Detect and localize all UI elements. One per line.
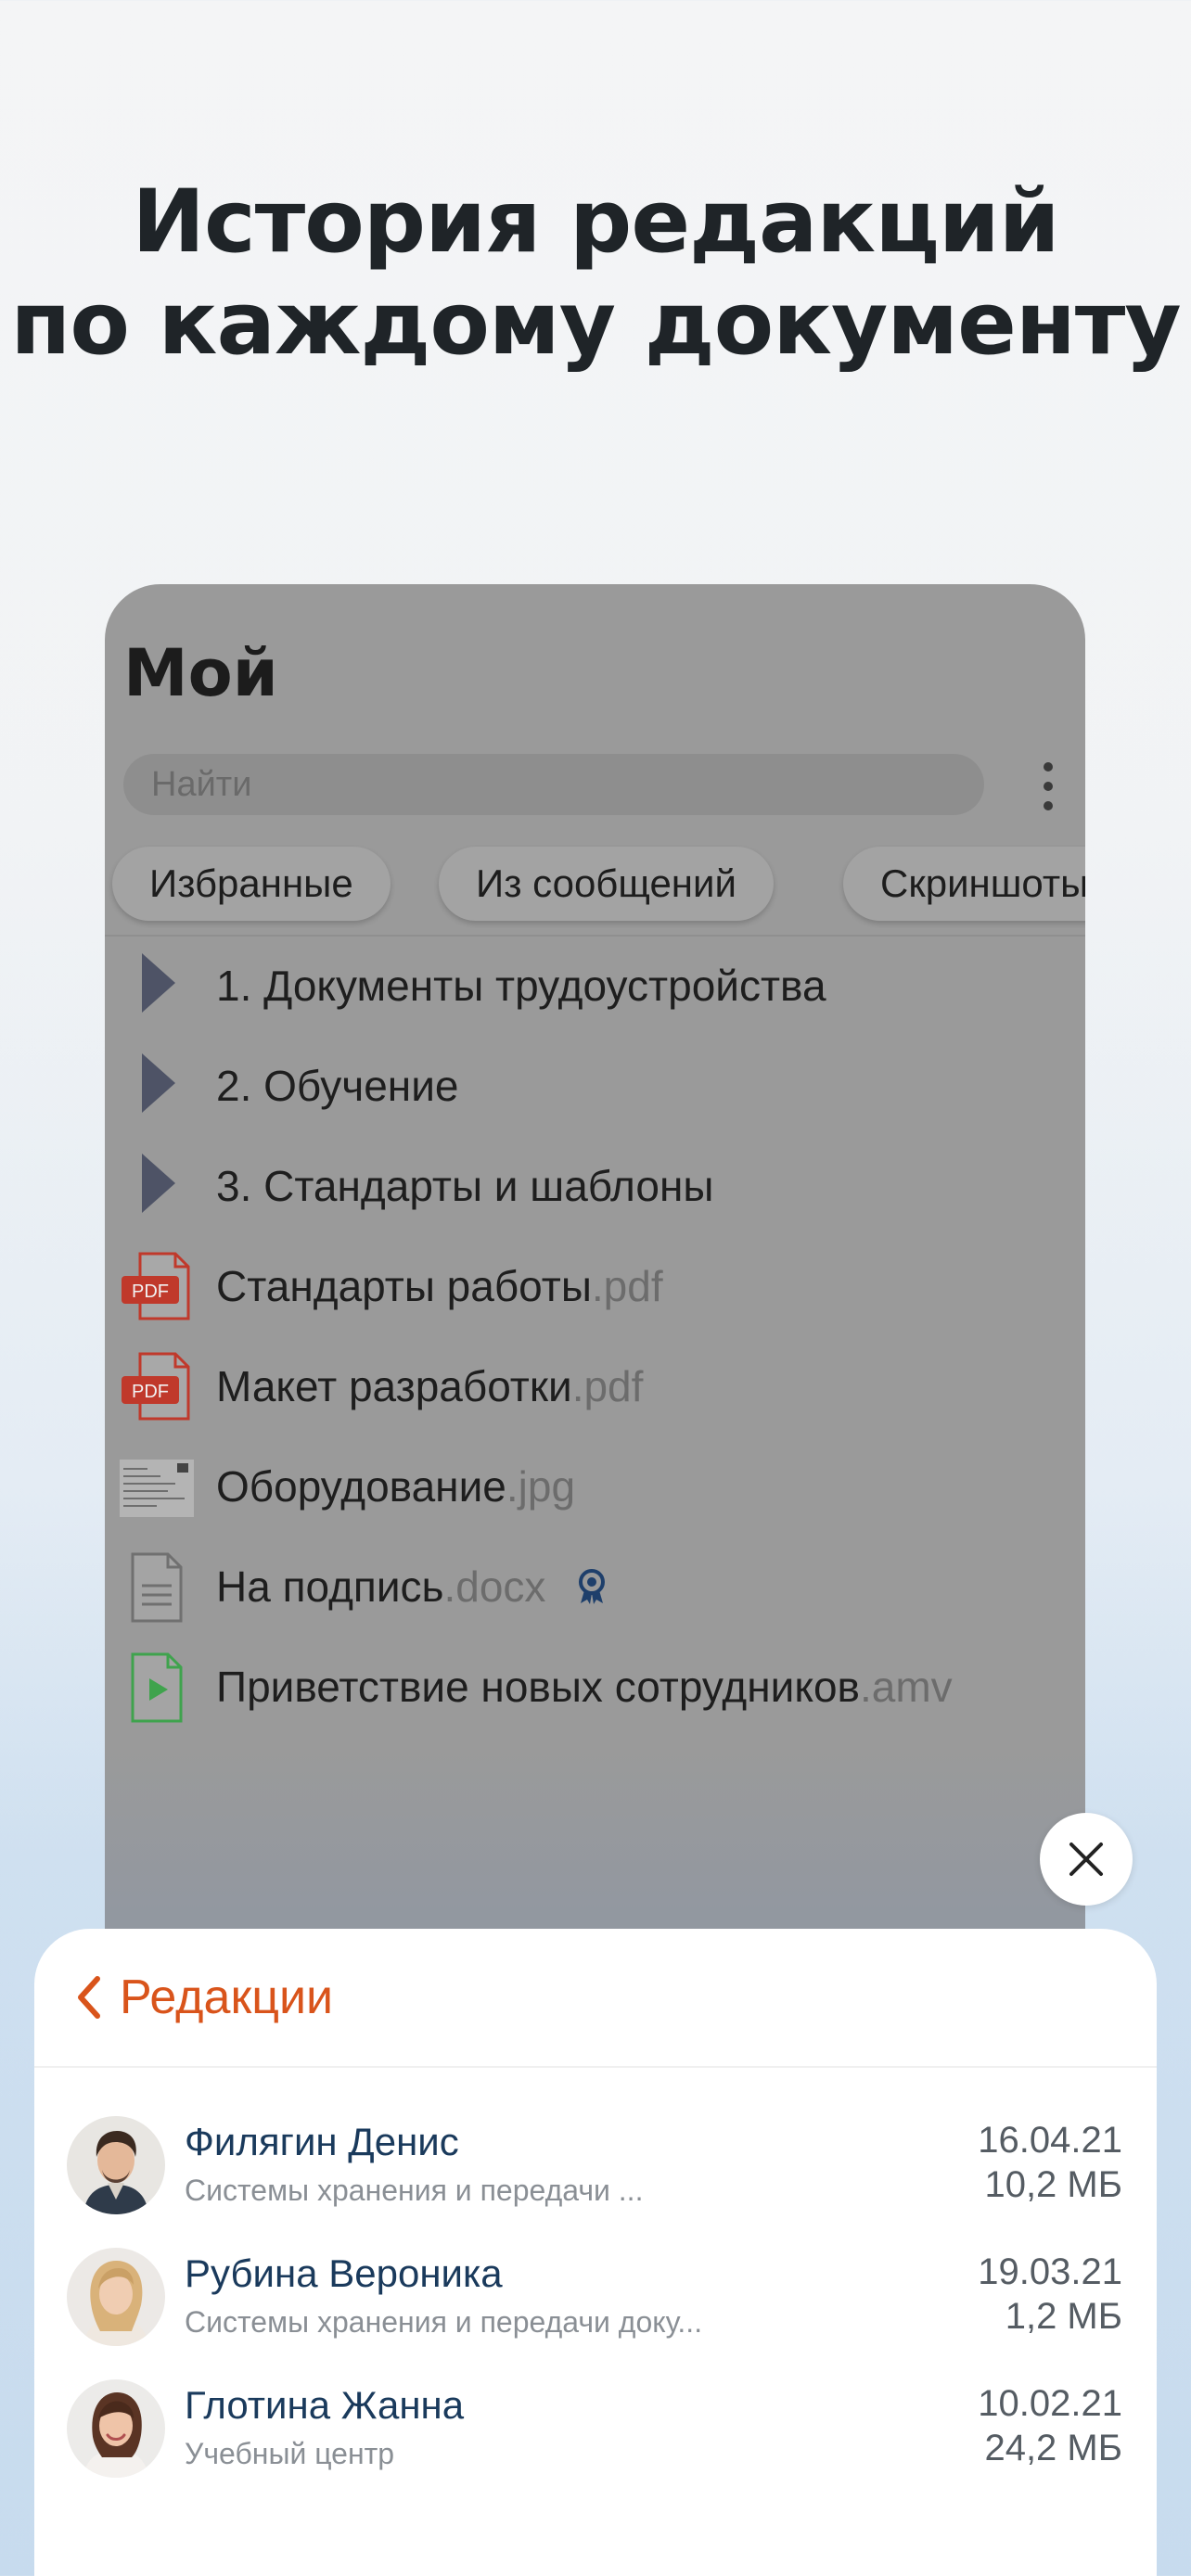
panel-title: Мой: [123, 635, 278, 711]
item-extension: .amv: [860, 1663, 953, 1711]
item-name: 2. Обучение: [216, 1062, 459, 1110]
document-file-icon: [120, 1550, 194, 1625]
folder-expand-icon[interactable]: [142, 1154, 175, 1213]
image-thumbnail-icon: [120, 1450, 194, 1524]
close-button[interactable]: [1040, 1813, 1133, 1906]
item-extension: .docx: [443, 1562, 546, 1611]
revision-author: Глотина Жанна: [185, 2383, 465, 2427]
list-item[interactable]: 1. Документы трудоустройства: [105, 937, 1085, 1037]
item-name: 3. Стандарты и шаблоны: [216, 1162, 714, 1210]
item-name: Стандарты работы: [216, 1262, 592, 1310]
avatar: [67, 2379, 165, 2478]
item-name: На подпись: [216, 1562, 444, 1611]
more-options-icon[interactable]: [1031, 759, 1068, 814]
revision-department: Учебный центр: [185, 2437, 395, 2470]
list-item[interactable]: PDF Макет разработки.pdf: [105, 1337, 1085, 1437]
item-extension: .jpg: [506, 1462, 576, 1511]
list-item[interactable]: 3. Стандарты и шаблоны: [105, 1137, 1085, 1237]
item-name: Оборудование: [216, 1462, 506, 1511]
item-name: Макет разработки: [216, 1362, 572, 1410]
search-input[interactable]: Найти: [123, 754, 984, 815]
revision-date: 10.02.21: [978, 2383, 1122, 2424]
promo-headline: История редакций по каждому документу: [0, 172, 1191, 376]
chip-screenshots[interactable]: Скриншоты: [843, 847, 1085, 921]
chevron-left-icon[interactable]: [70, 1971, 107, 2023]
filter-chips: Избранные Из сообщений Скриншоты: [112, 847, 1085, 921]
list-item[interactable]: 2. Обучение: [105, 1037, 1085, 1137]
folder-expand-icon[interactable]: [142, 953, 175, 1013]
revision-date: 19.03.21: [978, 2251, 1122, 2292]
headline-line-2: по каждому документу: [10, 274, 1181, 375]
list-item[interactable]: На подпись.docx: [105, 1537, 1085, 1638]
chip-from-messages[interactable]: Из сообщений: [439, 847, 774, 921]
pdf-icon-label: PDF: [132, 1282, 169, 1302]
pdf-file-icon: PDF: [120, 1250, 194, 1324]
close-icon: [1069, 1843, 1103, 1876]
pdf-icon-label: PDF: [132, 1382, 169, 1402]
revision-date: 16.04.21: [978, 2120, 1122, 2161]
revision-department: Системы хранения и передачи доку...: [185, 2305, 703, 2339]
item-name: 1. Документы трудоустройства: [216, 962, 826, 1010]
video-file-icon: [120, 1651, 194, 1725]
pdf-file-icon: PDF: [120, 1350, 194, 1424]
avatar: [67, 2248, 165, 2346]
sheet-title[interactable]: Редакции: [120, 1970, 333, 2025]
overlay-fade: [105, 1743, 1085, 1929]
signature-badge-icon: [576, 1565, 608, 1615]
revision-row[interactable]: Рубина Вероника Системы хранения и перед…: [34, 2248, 1157, 2379]
revision-row[interactable]: Глотина Жанна Учебный центр 10.02.21 24,…: [34, 2379, 1157, 2511]
sheet-header: Редакции: [34, 1929, 1157, 2068]
item-extension: .pdf: [591, 1262, 663, 1310]
list-item[interactable]: Приветствие новых сотрудников.amv: [105, 1638, 1085, 1738]
revision-department: Системы хранения и передачи ...: [185, 2174, 644, 2207]
item-extension: .pdf: [571, 1362, 644, 1410]
list-item[interactable]: PDF Стандарты работы.pdf: [105, 1237, 1085, 1337]
list-item[interactable]: Оборудование.jpg: [105, 1437, 1085, 1537]
revisions-sheet: Редакции Филягин Денис Системы хранения …: [34, 1929, 1157, 2576]
chip-favorites[interactable]: Избранные: [112, 847, 391, 921]
revision-size: 24,2 МБ: [984, 2428, 1122, 2468]
avatar: [67, 2116, 165, 2214]
revision-size: 1,2 МБ: [1005, 2296, 1122, 2337]
folder-expand-icon[interactable]: [142, 1053, 175, 1113]
item-name: Приветствие новых сотрудников: [216, 1663, 860, 1711]
revision-author: Филягин Денис: [185, 2120, 459, 2163]
revision-size: 10,2 МБ: [984, 2164, 1122, 2205]
revision-author: Рубина Вероника: [185, 2251, 503, 2295]
headline-line-1: История редакций: [132, 172, 1059, 273]
revision-row[interactable]: Филягин Денис Системы хранения и передач…: [34, 2116, 1157, 2248]
